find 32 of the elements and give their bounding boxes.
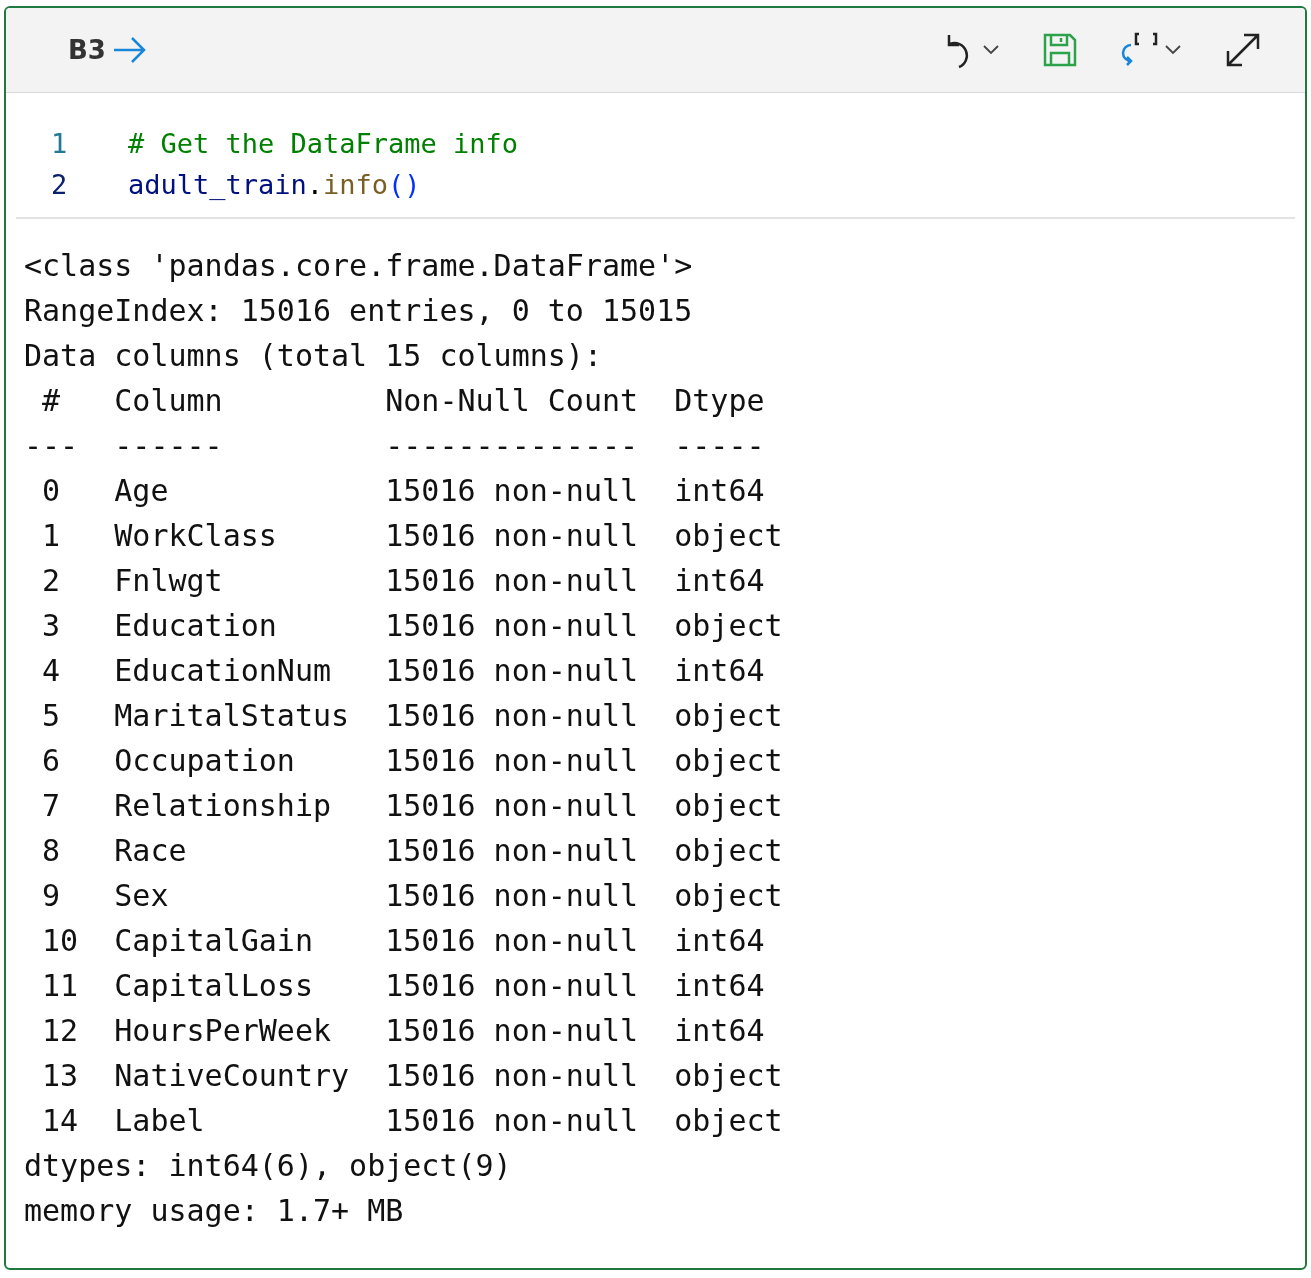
output-line: RangeIndex: 15016 entries, 0 to 15015 bbox=[24, 292, 693, 330]
output-line: dtypes: int64(6), object(9) bbox=[24, 1147, 512, 1185]
chevron-down-icon bbox=[1165, 45, 1181, 55]
output-line: 8 Race 15016 non-null object bbox=[41, 832, 783, 870]
output-line: 11 CapitalLoss 15016 non-null int64 bbox=[41, 967, 766, 1005]
output-line: 7 Relationship 15016 non-null object bbox=[41, 787, 783, 825]
output-line: 1 WorkClass 15016 non-null object bbox=[41, 517, 783, 555]
output-line: # Column Non-Null Count Dtype bbox=[41, 382, 766, 420]
output-line: <class 'pandas.core.frame.DataFrame'> bbox=[24, 247, 693, 285]
output-line: 3 Education 15016 non-null object bbox=[41, 607, 783, 645]
chevron-down-icon bbox=[983, 45, 999, 55]
output-line: 2 Fnlwgt 15016 non-null int64 bbox=[41, 562, 766, 600]
output-line: 12 HoursPerWeek 15016 non-null int64 bbox=[41, 1012, 766, 1050]
output-line: 13 NativeCountry 15016 non-null object bbox=[41, 1057, 783, 1095]
output-line: memory usage: 1.7+ MB bbox=[24, 1192, 404, 1230]
arrow-right-icon[interactable] bbox=[111, 35, 148, 65]
output-line: 14 Label 15016 non-null object bbox=[41, 1102, 783, 1140]
output-line: Data columns (total 15 columns): bbox=[24, 337, 602, 375]
output-line: 0 Age 15016 non-null int64 bbox=[41, 472, 766, 510]
output-line: 10 CapitalGain 15016 non-null int64 bbox=[41, 922, 766, 960]
output-line: 9 Sex 15016 non-null object bbox=[41, 877, 783, 915]
save-icon bbox=[1043, 33, 1077, 67]
output-line: 5 MaritalStatus 15016 non-null object bbox=[41, 697, 783, 735]
line-number: 1 bbox=[50, 127, 69, 161]
code-line: # Get the DataFrame info bbox=[128, 127, 519, 161]
output-line: --- ------ -------------- ----- bbox=[24, 427, 766, 465]
cell-reference: B3 bbox=[67, 35, 107, 65]
output-line: 6 Occupation 15016 non-null object bbox=[41, 742, 783, 780]
expand-icon bbox=[1225, 32, 1261, 68]
code-line: adult_train.info() bbox=[128, 168, 421, 202]
line-number: 2 bbox=[50, 168, 69, 202]
output-line: 4 EducationNum 15016 non-null int64 bbox=[41, 652, 766, 690]
